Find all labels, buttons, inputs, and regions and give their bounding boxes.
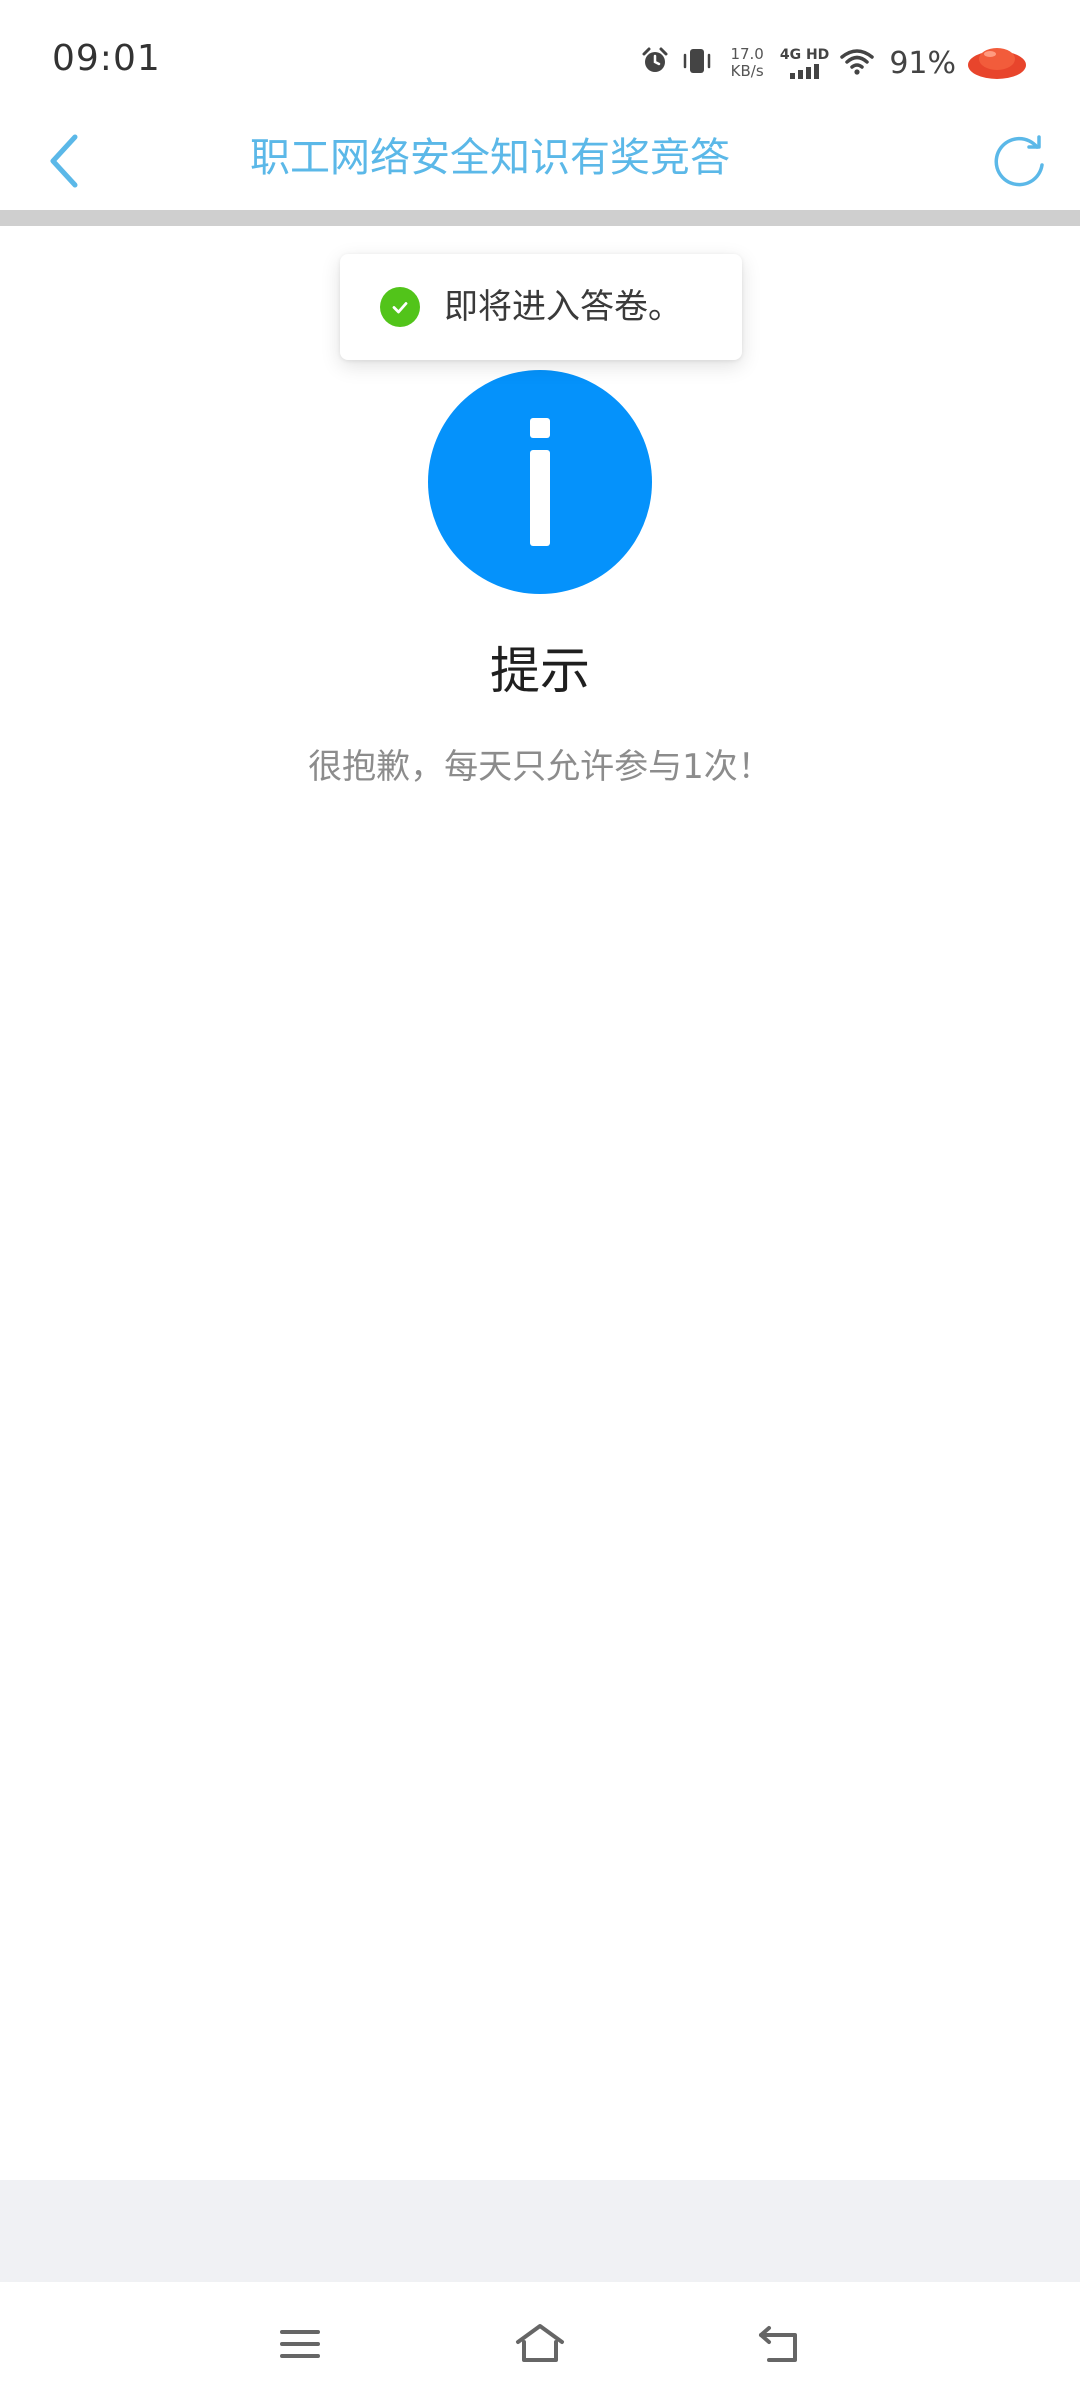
signal-icon [790,63,820,79]
system-nav-bar [0,2282,1080,2408]
back-button[interactable] [28,126,98,196]
vibrate-icon [680,46,714,80]
dialog-message: 很抱歉，每天只允许参与1次！ [308,747,772,787]
nav-home-button[interactable] [500,2304,580,2384]
nav-back-button[interactable] [740,2304,820,2384]
info-icon-stem [530,450,550,546]
net-speed-value: 17.0 [730,45,764,63]
app-badge-icon [966,41,1028,85]
check-circle-icon [380,287,420,327]
net-speed-unit: KB/s [730,62,764,80]
wifi-icon [839,46,875,80]
dialog-content: 提示 很抱歉，每天只允许参与1次！ [0,226,1080,2180]
net-speed: 17.0 KB/s [730,46,763,80]
refresh-button[interactable] [984,126,1054,196]
header: 职工网络安全知识有奖竞答 [0,110,1080,210]
nav-menu-button[interactable] [260,2304,340,2384]
page-title: 职工网络安全知识有奖竞答 [250,135,730,181]
alarm-icon [640,46,670,80]
home-icon [516,2324,564,2362]
battery-level: 91% [889,45,956,81]
toast-message: 即将进入答卷。 [444,287,682,327]
status-icons: 17.0 KB/s 4G HD 91% [640,38,1028,88]
header-divider [0,210,1080,226]
screen: 09:01 17.0 KB/s 4G HD 91% 职工网络安全知识有奖竞答 提… [0,0,1080,2408]
back-icon [759,2326,797,2362]
status-time: 09:01 [52,38,161,79]
info-icon [428,370,652,594]
bottom-strip [0,2180,1080,2282]
network-type: 4G HD [780,47,829,79]
dialog-title: 提示 [490,642,590,700]
chevron-left-icon [50,134,78,188]
menu-icon [280,2330,320,2358]
status-bar: 09:01 17.0 KB/s 4G HD 91% [0,0,1080,110]
info-icon-dot [530,418,550,438]
toast: 即将进入答卷。 [340,254,742,360]
network-type-label: 4G HD [779,47,830,63]
refresh-icon [994,135,1044,187]
